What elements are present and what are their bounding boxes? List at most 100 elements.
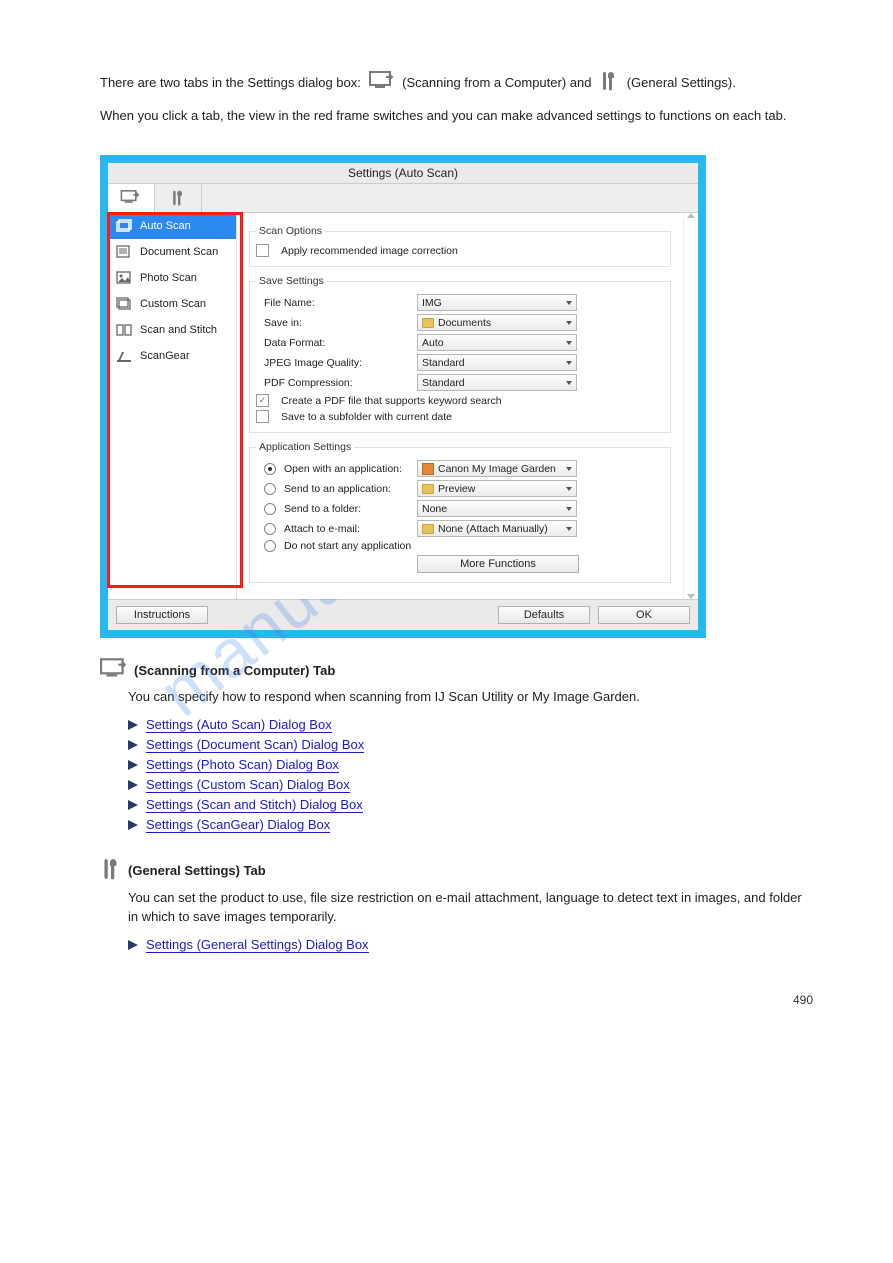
radio-label: Open with an application: — [284, 463, 402, 475]
save-in-value: Documents — [438, 317, 491, 329]
intro-paragraph-2: When you click a tab, the view in the re… — [100, 106, 813, 126]
email-value: None (Attach Manually) — [438, 523, 548, 535]
custom-scan-icon — [116, 297, 132, 311]
apply-correction-row: Apply recommended image correction — [256, 244, 664, 257]
checkbox-apply-correction[interactable] — [256, 244, 269, 257]
open-app-value: Canon My Image Garden — [438, 463, 556, 475]
section-scan-tab-heading: (Scanning from a Computer) Tab — [100, 658, 813, 683]
save-settings-legend: Save Settings — [256, 275, 327, 287]
tools-icon — [170, 189, 186, 207]
sidebar-item-document-scan[interactable]: Document Scan — [108, 239, 236, 265]
app-settings-legend: Application Settings — [256, 441, 354, 453]
document-scan-icon — [116, 245, 132, 259]
send-folder-combo[interactable]: None — [417, 500, 577, 517]
intro-paragraph-1: There are two tabs in the Settings dialo… — [100, 70, 813, 98]
scroll-up-icon — [687, 213, 695, 218]
section-general-heading: (General Settings) Tab — [100, 857, 813, 884]
radio-no-start[interactable] — [264, 540, 276, 552]
file-name-combo[interactable]: IMG — [417, 294, 577, 311]
arrow-right-icon — [128, 760, 138, 770]
link-photo-scan[interactable]: Settings (Photo Scan) Dialog Box — [146, 757, 339, 773]
footer-bar: Instructions Defaults OK — [108, 599, 698, 630]
scangear-icon — [116, 349, 132, 363]
sidebar-item-custom-scan[interactable]: Custom Scan — [108, 291, 236, 317]
scan-options-group: Scan Options Apply recommended image cor… — [249, 225, 671, 267]
send-folder-value: None — [422, 503, 447, 515]
instructions-button[interactable]: Instructions — [116, 606, 208, 624]
jpeg-quality-combo[interactable]: Standard — [417, 354, 577, 371]
open-app-combo[interactable]: Canon My Image Garden — [417, 460, 577, 477]
radio-email[interactable] — [264, 523, 276, 535]
file-name-value: IMG — [422, 297, 442, 309]
link-custom-scan[interactable]: Settings (Custom Scan) Dialog Box — [146, 777, 350, 793]
computer-scan-icon — [369, 71, 395, 97]
scan-options-legend: Scan Options — [256, 225, 325, 237]
arrow-right-icon — [128, 940, 138, 950]
checkbox-subfolder[interactable] — [256, 410, 269, 423]
link-scangear[interactable]: Settings (ScanGear) Dialog Box — [146, 817, 330, 833]
checkbox-label: Create a PDF file that supports keyword … — [281, 395, 502, 407]
radio-label: Send to a folder: — [284, 503, 361, 515]
checkbox-label: Apply recommended image correction — [281, 245, 458, 257]
section-scan-tab-paragraph: You can specify how to respond when scan… — [128, 687, 813, 707]
page-number: 490 — [100, 993, 813, 1007]
arrow-right-icon — [128, 820, 138, 830]
sidebar-item-scan-stitch[interactable]: Scan and Stitch — [108, 317, 236, 343]
tab-general-settings[interactable] — [155, 184, 202, 212]
canon-app-icon — [422, 463, 434, 475]
save-in-combo[interactable]: Documents — [417, 314, 577, 331]
email-combo[interactable]: None (Attach Manually) — [417, 520, 577, 537]
radio-send-app[interactable] — [264, 483, 276, 495]
tab-scan-from-computer[interactable] — [108, 184, 155, 212]
radio-label: Attach to e-mail: — [284, 523, 360, 535]
sidebar-item-photo-scan[interactable]: Photo Scan — [108, 265, 236, 291]
tools-icon — [100, 857, 122, 884]
sidebar-item-label: Custom Scan — [140, 298, 206, 310]
sidebar-item-label: Photo Scan — [140, 272, 197, 284]
scrollbar[interactable] — [683, 213, 698, 599]
intro-post: (General Settings). — [627, 75, 736, 90]
window-title: Settings (Auto Scan) — [108, 163, 698, 184]
scroll-down-icon — [687, 594, 695, 599]
general-link-list: Settings (General Settings) Dialog Box — [128, 937, 813, 953]
intro-mid: (Scanning from a Computer) and — [402, 75, 591, 90]
radio-open-app[interactable] — [264, 463, 276, 475]
save-in-label: Save in: — [256, 317, 409, 329]
section-general-title: (General Settings) Tab — [128, 863, 266, 878]
auto-scan-icon — [116, 219, 132, 233]
data-format-combo[interactable]: Auto — [417, 334, 577, 351]
content-panel: Scan Options Apply recommended image cor… — [237, 213, 683, 599]
link-document-scan[interactable]: Settings (Document Scan) Dialog Box — [146, 737, 364, 753]
sidebar-item-label: Scan and Stitch — [140, 324, 217, 336]
sidebar-item-auto-scan[interactable]: Auto Scan — [108, 213, 236, 239]
tools-icon — [599, 70, 619, 98]
arrow-right-icon — [128, 800, 138, 810]
checkbox-label: Save to a subfolder with current date — [281, 411, 452, 423]
radio-send-folder[interactable] — [264, 503, 276, 515]
ok-button[interactable]: OK — [598, 606, 690, 624]
arrow-right-icon — [128, 720, 138, 730]
checkbox-pdf-keyword[interactable]: ✓ — [256, 394, 269, 407]
pdf-compression-value: Standard — [422, 377, 465, 389]
send-app-value: Preview — [438, 483, 475, 495]
sidebar: Auto Scan Document Scan Photo Scan Custo… — [108, 213, 237, 599]
file-name-label: File Name: — [256, 297, 409, 309]
intro-pre: There are two tabs in the Settings dialo… — [100, 75, 361, 90]
scan-stitch-icon — [116, 323, 132, 337]
folder-icon — [422, 484, 434, 494]
data-format-label: Data Format: — [256, 337, 409, 349]
link-auto-scan[interactable]: Settings (Auto Scan) Dialog Box — [146, 717, 332, 733]
photo-scan-icon — [116, 271, 132, 285]
arrow-right-icon — [128, 740, 138, 750]
defaults-button[interactable]: Defaults — [498, 606, 590, 624]
save-settings-group: Save Settings File Name: IMG Save in: Do… — [249, 275, 671, 433]
radio-label: Send to an application: — [284, 483, 391, 495]
send-app-combo[interactable]: Preview — [417, 480, 577, 497]
more-functions-button[interactable]: More Functions — [417, 555, 579, 573]
sidebar-item-scangear[interactable]: ScanGear — [108, 343, 236, 369]
link-scan-stitch[interactable]: Settings (Scan and Stitch) Dialog Box — [146, 797, 363, 813]
computer-scan-icon — [100, 658, 128, 683]
link-general-settings[interactable]: Settings (General Settings) Dialog Box — [146, 937, 369, 953]
jpeg-quality-label: JPEG Image Quality: — [256, 357, 409, 369]
pdf-compression-combo[interactable]: Standard — [417, 374, 577, 391]
